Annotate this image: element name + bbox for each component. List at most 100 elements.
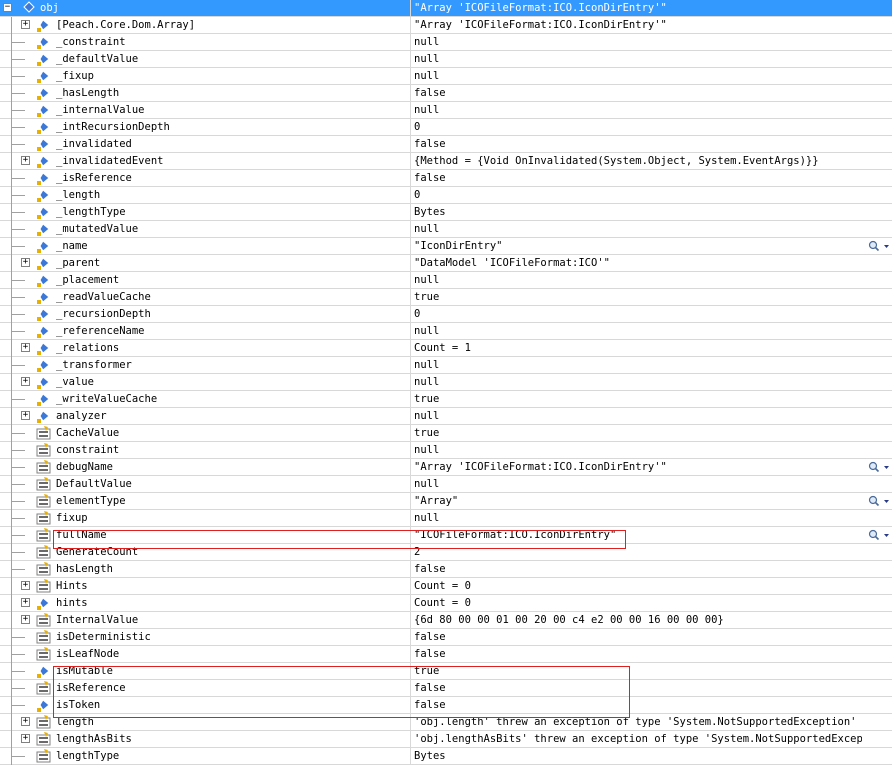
variable-value[interactable]: false [414,561,862,577]
variable-value[interactable]: true [414,391,862,407]
variable-value[interactable]: null [414,408,862,424]
variable-value[interactable]: "Array 'ICOFileFormat:ICO.IconDirEntry'" [414,459,862,475]
watch-row[interactable]: _recursionDepth 0 [0,306,892,323]
watch-row[interactable]: _constraint null [0,34,892,51]
expand-icon[interactable]: + [21,258,30,267]
expand-icon[interactable]: + [21,598,30,607]
expand-icon[interactable]: + [21,581,30,590]
variable-value[interactable]: Count = 1 [414,340,862,356]
variable-value[interactable]: null [414,68,862,84]
variable-value[interactable]: "Array" [414,493,862,509]
watch-row[interactable]: hasLength false [0,561,892,578]
variable-value[interactable]: "DataModel 'ICOFileFormat:ICO'" [414,255,862,271]
watch-row[interactable]: + Hints Count = 0 [0,578,892,595]
variable-value[interactable]: null [414,51,862,67]
variable-value[interactable]: false [414,697,862,713]
variable-value[interactable]: null [414,357,862,373]
variable-value[interactable]: {6d 80 00 00 01 00 20 00 c4 e2 00 00 16 … [414,612,862,628]
expand-icon[interactable]: + [21,377,30,386]
watch-row[interactable]: + _value null [0,374,892,391]
watch-row[interactable]: _mutatedValue null [0,221,892,238]
variable-value[interactable]: null [414,221,862,237]
watch-row[interactable]: + length 'obj.length' threw an exception o… [0,714,892,731]
watch-row[interactable]: _writeValueCache true [0,391,892,408]
watch-row[interactable]: debugName "Array 'ICOFileFormat:ICO.IconD… [0,459,892,476]
variable-value[interactable]: "IconDirEntry" [414,238,862,254]
variable-value[interactable]: null [414,476,862,492]
variable-value[interactable]: 0 [414,306,862,322]
watch-row[interactable]: + _invalidatedEvent {Method = {Void OnInva… [0,153,892,170]
watch-row[interactable]: constraint null [0,442,892,459]
watch-row[interactable]: _defaultValue null [0,51,892,68]
watch-row[interactable]: CacheValue true [0,425,892,442]
watch-row[interactable]: isDeterministic false [0,629,892,646]
variable-value[interactable]: 0 [414,119,862,135]
variable-value[interactable]: null [414,34,862,50]
variable-value[interactable]: null [414,510,862,526]
watch-row[interactable]: _intRecursionDepth 0 [0,119,892,136]
watch-row[interactable]: _lengthType Bytes [0,204,892,221]
expand-icon[interactable]: + [21,734,30,743]
variable-value[interactable]: false [414,85,862,101]
watch-row[interactable]: + analyzer null [0,408,892,425]
watch-row[interactable]: _referenceName null [0,323,892,340]
watch-row[interactable]: isMutable true [0,663,892,680]
variable-value[interactable]: 'obj.length' threw an exception of type … [414,714,862,730]
watch-row[interactable]: _transformer null [0,357,892,374]
collapse-expander-icon[interactable]: − [3,3,12,12]
variable-value[interactable]: true [414,289,862,305]
variable-value[interactable]: Count = 0 [414,595,862,611]
watch-row[interactable]: fixup null [0,510,892,527]
watch-row[interactable]: _internalValue null [0,102,892,119]
expand-icon[interactable]: + [21,717,30,726]
watch-row[interactable]: _placement null [0,272,892,289]
magnifier-visualizer-icon[interactable] [868,529,892,542]
variable-value[interactable]: Bytes [414,204,862,220]
watch-row[interactable]: + lengthAsBits 'obj.lengthAsBits' threw an… [0,731,892,748]
variable-value[interactable]: 'obj.lengthAsBits' threw an exception of… [414,731,862,747]
variable-value[interactable]: false [414,136,862,152]
watch-row[interactable]: _invalidated false [0,136,892,153]
watch-row[interactable]: isToken false [0,697,892,714]
watch-row[interactable]: isReference false [0,680,892,697]
watch-row[interactable]: _hasLength false [0,85,892,102]
variable-value[interactable]: false [414,170,862,186]
variable-value[interactable]: true [414,425,862,441]
variable-value[interactable]: {Method = {Void OnInvalidated(System.Obj… [414,153,862,169]
magnifier-visualizer-icon[interactable] [868,461,892,474]
watch-row[interactable]: _name "IconDirEntry" [0,238,892,255]
watch-row[interactable]: + hints Count = 0 [0,595,892,612]
variable-value[interactable]: false [414,629,862,645]
expand-icon[interactable]: + [21,156,30,165]
variable-value[interactable]: null [414,102,862,118]
expand-icon[interactable]: + [21,343,30,352]
variable-value[interactable]: true [414,663,862,679]
variable-value[interactable]: false [414,680,862,696]
watch-row-root[interactable]: − obj "Array 'ICOFileFormat:ICO.IconDirE… [0,0,892,17]
variable-value[interactable]: null [414,272,862,288]
variable-value[interactable]: null [414,323,862,339]
watch-row[interactable]: elementType "Array" [0,493,892,510]
variable-value[interactable]: 2 [414,544,862,560]
expand-icon[interactable]: + [21,20,30,29]
watch-row[interactable]: lengthType Bytes [0,748,892,765]
watch-row[interactable]: GenerateCount 2 [0,544,892,561]
variable-value[interactable]: "Array 'ICOFileFormat:ICO.IconDirEntry'" [414,17,862,33]
watch-row[interactable]: _length 0 [0,187,892,204]
watch-row[interactable]: fullName "ICOFileFormat:ICO.IconDirEntry" [0,527,892,544]
variable-value[interactable]: Bytes [414,748,862,764]
variable-value[interactable]: null [414,442,862,458]
magnifier-visualizer-icon[interactable] [868,240,892,253]
variable-value[interactable]: false [414,646,862,662]
watch-row[interactable]: + [Peach.Core.Dom.Array] "Array 'ICOFileFo… [0,17,892,34]
watch-row[interactable]: + _relations Count = 1 [0,340,892,357]
variable-value[interactable]: null [414,374,862,390]
variable-value[interactable]: "ICOFileFormat:ICO.IconDirEntry" [414,527,862,543]
magnifier-visualizer-icon[interactable] [868,495,892,508]
variable-value[interactable]: 0 [414,187,862,203]
watch-row[interactable]: _readValueCache true [0,289,892,306]
watch-row[interactable]: _fixup null [0,68,892,85]
watch-row[interactable]: + InternalValue {6d 80 00 00 01 00 20 00 c… [0,612,892,629]
variable-value[interactable]: "Array 'ICOFileFormat:ICO.IconDirEntry'" [414,0,862,16]
watch-row[interactable]: DefaultValue null [0,476,892,493]
